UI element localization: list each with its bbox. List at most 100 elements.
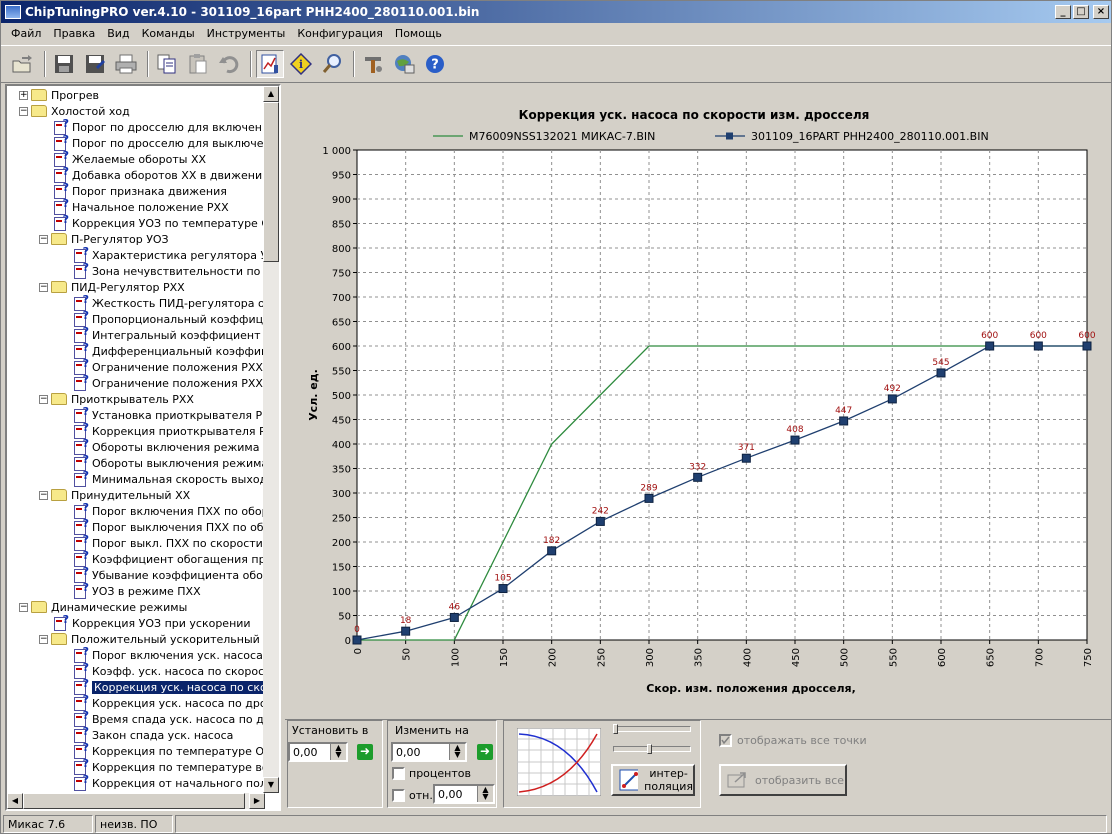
scroll-thumb-h[interactable]	[23, 793, 245, 809]
collapse-icon[interactable]: −	[19, 106, 28, 116]
collapse-icon[interactable]: −	[39, 394, 48, 404]
apply-set-icon[interactable]: ➜	[357, 744, 373, 760]
minimize-button[interactable]: _	[1055, 5, 1071, 19]
tree-item[interactable]: Порог по дросселю для включени	[53, 117, 269, 135]
data-point[interactable]	[1033, 341, 1043, 351]
tree-vertical-scrollbar[interactable]: ▲ ▼	[263, 86, 279, 793]
tree-item[interactable]: Порог включения уск. насоса	[73, 645, 263, 663]
scroll-up-icon[interactable]: ▲	[263, 86, 279, 102]
tree-item[interactable]: Закон спада уск. насоса	[73, 725, 233, 743]
data-point[interactable]	[985, 341, 995, 351]
tree-item[interactable]: Обороты выключения режима	[73, 453, 268, 471]
tree-item[interactable]: Минимальная скорость выход	[73, 469, 267, 487]
menu-tools[interactable]: Инструменты	[201, 27, 292, 40]
interp-slider-2[interactable]	[613, 746, 691, 752]
menu-help[interactable]: Помощь	[389, 27, 448, 40]
tree-item[interactable]: Время спада уск. насоса по д	[73, 709, 264, 727]
maximize-button[interactable]: □	[1073, 5, 1089, 19]
expand-icon[interactable]: +	[19, 90, 28, 100]
tree-folder[interactable]: + Прогрев	[19, 87, 99, 103]
menu-edit[interactable]: Правка	[47, 27, 101, 40]
data-point[interactable]	[936, 368, 946, 378]
tree-item[interactable]: Порог по дросселю для выключен	[53, 133, 271, 151]
tree-item[interactable]: Коэффициент обогащения при	[73, 549, 273, 567]
tree-item[interactable]: Коррекция по температуре ОХ	[73, 741, 272, 759]
parameter-tree[interactable]: + Прогрев − Холостой ход Порог по дросселю д…	[5, 84, 281, 811]
tree-horizontal-scrollbar[interactable]: ◀ ▶	[7, 793, 265, 809]
tree-item[interactable]: Коррекция приоткрывателя Р	[73, 421, 266, 439]
tree-folder[interactable]: − П-Регулятор УОЗ	[39, 231, 169, 247]
tree-item[interactable]: Порог выключения ПХХ по об	[73, 517, 264, 535]
tree-item[interactable]: Убывание коэффициента обо	[73, 565, 263, 583]
scroll-down-icon[interactable]: ▼	[263, 777, 279, 793]
tree-item[interactable]: Ограничение положения РХХ	[73, 357, 263, 375]
show-all-button[interactable]: отобразить все	[719, 764, 847, 796]
apply-change-icon[interactable]: ➜	[477, 744, 493, 760]
interpolation-button[interactable]: интер- поляция	[611, 764, 695, 796]
relative-checkbox[interactable]	[392, 789, 405, 802]
tree-item[interactable]: Коррекция УОЗ при ускорении	[53, 613, 251, 631]
tree-folder[interactable]: − Приоткрыватель РХХ	[39, 391, 194, 407]
collapse-icon[interactable]: −	[39, 234, 48, 244]
collapse-icon[interactable]: −	[39, 490, 48, 500]
tree-item[interactable]: Пропорциональный коэффици	[73, 309, 270, 327]
collapse-icon[interactable]: −	[39, 282, 48, 292]
show-all-points-checkbox[interactable]	[719, 734, 732, 747]
data-point[interactable]	[498, 584, 508, 594]
paste-icon[interactable]	[184, 50, 212, 78]
menu-view[interactable]: Вид	[101, 27, 135, 40]
zoom-icon[interactable]	[318, 50, 346, 78]
relative-value-input[interactable]: 0,00 ▲ ▼	[433, 784, 495, 804]
tree-item[interactable]: Добавка оборотов ХХ в движени	[53, 165, 262, 183]
tree-item[interactable]: Обороты включения режима г	[73, 437, 269, 455]
info-icon[interactable]: i	[287, 50, 315, 78]
tree-item[interactable]: Коррекция уск. насоса по скор	[73, 677, 276, 695]
data-point[interactable]	[741, 453, 751, 463]
close-button[interactable]: ×	[1093, 5, 1109, 19]
tree-folder[interactable]: − Динамические режимы	[19, 599, 187, 615]
print-icon[interactable]	[112, 50, 140, 78]
tree-item[interactable]: Начальное положение РХХ	[53, 197, 229, 215]
tree-item[interactable]: Ограничение положения РХХ	[73, 373, 263, 391]
scroll-left-icon[interactable]: ◀	[7, 793, 23, 809]
tree-item[interactable]: Установка приоткрывателя Р	[73, 405, 262, 423]
set-value-input[interactable]: 0,00 ▲ ▼	[288, 742, 348, 762]
collapse-icon[interactable]: −	[19, 602, 28, 612]
tree-item[interactable]: Коррекция по температуре во	[73, 757, 269, 775]
tree-item[interactable]: Желаемые обороты ХХ	[53, 149, 206, 167]
chart-icon[interactable]	[256, 50, 284, 78]
tree-item[interactable]: Дифференциальный коэффици	[73, 341, 276, 359]
tree-item[interactable]: Коррекция уск. насоса по дро	[73, 693, 267, 711]
data-point[interactable]	[449, 612, 459, 622]
set-spin-arrows-icon[interactable]: ▲ ▼	[330, 744, 346, 760]
tree-folder[interactable]: − Холостой ход	[19, 103, 130, 119]
tree-item[interactable]: Интегральный коэффициент р	[73, 325, 271, 343]
interp-slider-2-thumb[interactable]	[647, 744, 652, 754]
menu-file[interactable]: Файл	[5, 27, 47, 40]
tree-item[interactable]: Жесткость ПИД-регулятора о	[73, 293, 265, 311]
tree-folder[interactable]: − ПИД-Регулятор РХХ	[39, 279, 185, 295]
tree-item[interactable]: Коэфф. уск. насоса по скорос	[73, 661, 264, 679]
relative-spin-arrows-icon[interactable]: ▲ ▼	[477, 786, 493, 802]
undo-icon[interactable]	[215, 50, 243, 78]
data-point[interactable]	[595, 516, 605, 526]
tree-item[interactable]: Порог выкл. ПХХ по скорости	[73, 533, 263, 551]
scroll-thumb[interactable]	[263, 102, 279, 262]
tree-item[interactable]: Порог включения ПХХ по обор	[73, 501, 269, 519]
data-point[interactable]	[887, 394, 897, 404]
tree-item[interactable]: Зона нечувствительности по о	[73, 261, 271, 279]
tree-item[interactable]: Характеристика регулятора У	[73, 245, 267, 263]
network-icon[interactable]	[390, 50, 418, 78]
data-point[interactable]	[693, 472, 703, 482]
save-icon[interactable]	[50, 50, 78, 78]
interp-slider-1[interactable]	[613, 726, 691, 732]
data-point[interactable]	[790, 435, 800, 445]
menu-config[interactable]: Конфигурация	[291, 27, 389, 40]
change-spin-arrows-icon[interactable]: ▲ ▼	[449, 744, 465, 760]
data-point[interactable]	[644, 493, 654, 503]
percent-checkbox[interactable]	[392, 767, 405, 780]
chart[interactable]: Коррекция уск. насоса по скорости изм. д…	[285, 84, 1111, 716]
tree-item[interactable]: Коррекция от начального пол	[73, 773, 267, 791]
collapse-icon[interactable]: −	[39, 634, 48, 644]
data-point[interactable]	[547, 546, 557, 556]
